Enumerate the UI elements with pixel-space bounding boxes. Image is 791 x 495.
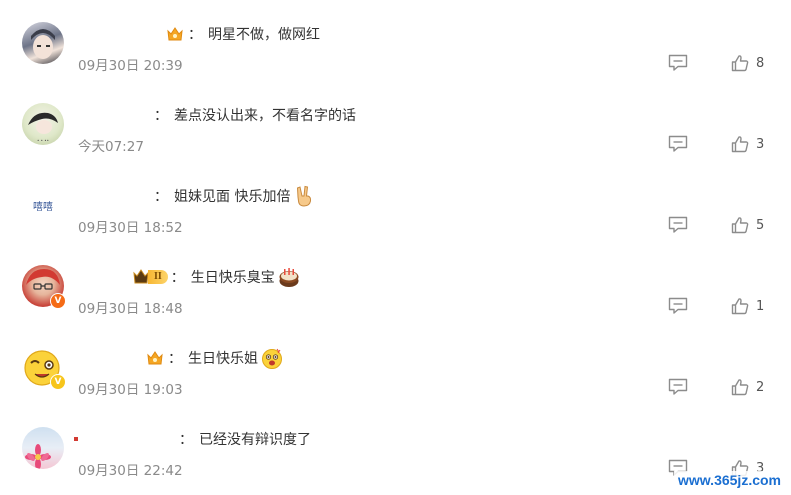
- thumbs-up-icon: [731, 379, 749, 396]
- reply-button[interactable]: [668, 54, 688, 72]
- like-count: 1: [756, 298, 765, 314]
- avatar-caption: 嘻嘻: [33, 202, 53, 213]
- comment-line: ： 姐妹见面 快乐加倍: [153, 185, 315, 207]
- like-count: 3: [756, 136, 765, 152]
- thumbs-up-icon: [731, 217, 749, 234]
- like-count: 8: [756, 55, 765, 71]
- thumbs-up-icon: [731, 55, 749, 72]
- comment-bubble-icon: [668, 297, 688, 314]
- site-watermark: www.365jz.com: [674, 471, 785, 489]
- comment-text: 已经没有辩识度了: [199, 432, 311, 448]
- like-count: 2: [756, 379, 765, 395]
- comment-text: 生日快乐臭宝: [190, 270, 275, 286]
- comment-item: ： 明星不做，做网红 09月30日 20:39 8: [0, 0, 791, 81]
- reply-button[interactable]: [668, 216, 688, 234]
- reply-button[interactable]: [668, 378, 688, 396]
- colon-separator: ：: [154, 189, 168, 205]
- like-button[interactable]: 3: [731, 134, 764, 154]
- comment-line: II ： 生日快乐臭宝: [132, 267, 300, 287]
- comment-item: 嘻嘻 ： 姐妹见面 快乐加倍 09月30日 18:52 5: [0, 162, 791, 243]
- comment-bubble-icon: [668, 135, 688, 152]
- comment-time: 09月30日 19:03: [78, 382, 183, 398]
- vip-level-text: II: [148, 270, 168, 284]
- thumbs-up-icon: [731, 136, 749, 153]
- colon-separator: ：: [179, 432, 193, 448]
- comment-time: 09月30日 18:48: [78, 301, 183, 317]
- colon-separator: ：: [168, 351, 182, 367]
- verified-badge: V: [50, 293, 66, 309]
- like-button[interactable]: 1: [731, 296, 764, 316]
- reply-button[interactable]: [668, 297, 688, 315]
- like-button[interactable]: 2: [731, 377, 764, 397]
- thumbs-up-icon: [731, 298, 749, 315]
- comment-time: 今天07:27: [78, 139, 144, 155]
- colon-separator: ：: [170, 270, 185, 286]
- victory-hand-emoji-icon: [293, 185, 315, 207]
- comment-text: 差点没认出来，不看名字的话: [174, 108, 356, 124]
- comment-line: ： 明星不做，做网红: [165, 24, 320, 44]
- user-avatar[interactable]: [22, 22, 64, 64]
- comment-bubble-icon: [668, 378, 688, 395]
- reply-button[interactable]: [668, 135, 688, 153]
- birthday-cake-emoji-icon: [278, 266, 300, 288]
- like-count: 5: [756, 217, 765, 233]
- comment-bubble-icon: [668, 216, 688, 233]
- comment-item: V II ： 生日快乐臭宝 09月30日 18:48 1: [0, 243, 791, 324]
- comment-item: V ： 生日快乐姐 09月30日 19:03 2: [0, 324, 791, 405]
- comment-text: 生日快乐姐: [188, 351, 258, 367]
- user-avatar[interactable]: V: [22, 346, 66, 390]
- user-avatar[interactable]: [22, 427, 64, 469]
- comment-item: • • •• ： 差点没认出来，不看名字的话 今天07:27 3: [0, 81, 791, 162]
- comment-item: ： 已经没有辩识度了 09月30日 22:42 3: [0, 405, 791, 486]
- member-crown-icon: [165, 25, 185, 43]
- like-button[interactable]: 5: [731, 215, 764, 235]
- like-button[interactable]: 8: [731, 53, 764, 73]
- comment-line: ： 差点没认出来，不看名字的话: [153, 105, 356, 125]
- user-avatar[interactable]: 嘻嘻: [22, 184, 64, 226]
- comment-line: ： 生日快乐姐: [145, 347, 283, 369]
- comment-time: 09月30日 20:39: [78, 58, 183, 74]
- colon-separator: ：: [188, 27, 202, 43]
- comment-bubble-icon: [668, 54, 688, 71]
- avatar-caption: • • ••: [37, 138, 49, 143]
- comment-line: ： 已经没有辩识度了: [74, 429, 311, 449]
- user-name-mark: [74, 437, 78, 441]
- member-crown-icon: [145, 349, 165, 367]
- comment-text: 姐妹见面 快乐加倍: [174, 189, 291, 205]
- colon-separator: ：: [154, 108, 168, 124]
- user-avatar[interactable]: V: [22, 265, 66, 309]
- comment-time: 09月30日 22:42: [78, 463, 183, 479]
- comment-text: 明星不做，做网红: [208, 27, 320, 43]
- cheeky-face-emoji-icon: [261, 347, 283, 369]
- vip-level-badge: II: [132, 268, 168, 286]
- user-avatar[interactable]: • • ••: [22, 103, 64, 145]
- verified-badge: V: [50, 374, 66, 390]
- comment-time: 09月30日 18:52: [78, 220, 183, 236]
